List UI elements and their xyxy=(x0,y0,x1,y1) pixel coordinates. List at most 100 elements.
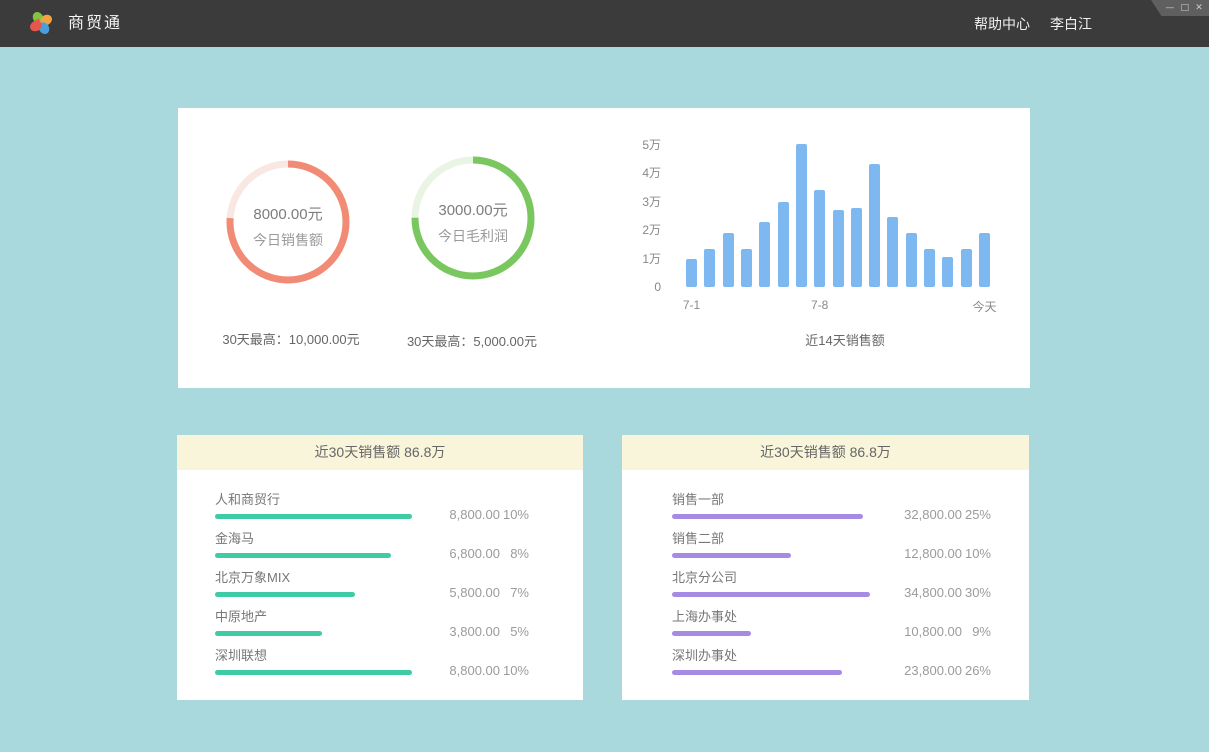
rank-bar xyxy=(215,670,412,675)
y-tick-label: 3万 xyxy=(642,195,661,209)
rank-row: 金海马6,800.008% xyxy=(215,531,529,558)
rank-value: 10,800.00 xyxy=(890,624,962,639)
rank-value: 6,800.00 xyxy=(428,546,500,561)
x-tick-label: 7-8 xyxy=(811,298,828,312)
rank-row-left: 中原地产 xyxy=(215,609,322,636)
rank-name: 北京万象MIX xyxy=(215,570,355,585)
rank-percent: 7% xyxy=(500,585,529,600)
rank-bar xyxy=(215,553,391,558)
bar xyxy=(851,208,862,288)
rank-row: 人和商贸行 8,800.0010% xyxy=(215,492,529,519)
rank-value: 32,800.00 xyxy=(890,507,962,522)
rank-card-body: 销售一部 32,800.0025% 销售二部 12,800.0010% 北京分公司 34,… xyxy=(622,470,1029,675)
bar xyxy=(924,249,935,287)
rank-bar xyxy=(672,592,870,597)
bar xyxy=(686,259,697,287)
rank-bar xyxy=(215,592,355,597)
today-sales-donut: 8000.00元 今日销售额 xyxy=(223,157,353,287)
bar xyxy=(741,249,752,287)
bar-chart-xlabels: 7-17-8今天 xyxy=(686,298,990,314)
nav-help-center[interactable]: 帮助中心 xyxy=(974,14,1030,34)
customer-rank-card: 近30天销售额 86.8万 人和商贸行8,800.0010%金海马6,800.0… xyxy=(177,435,583,700)
rank-values: 5,800.007% xyxy=(428,585,529,600)
rank-value: 8,800.00 xyxy=(428,507,500,522)
bar-chart-yaxis: 01万2万3万4万5万 xyxy=(613,145,673,287)
window-controls: — □ ✕ xyxy=(1151,0,1209,16)
today-sales-value: 8000.00元 xyxy=(253,207,322,223)
rank-name: 销售一部 xyxy=(672,492,863,507)
rank-values: 32,800.0025% xyxy=(890,507,991,522)
nav-user[interactable]: 李白江 xyxy=(1050,14,1092,34)
rank-percent: 10% xyxy=(500,663,529,678)
rank-value: 3,800.00 xyxy=(428,624,500,639)
rank-row: 北京万象MIX 5,800.007% xyxy=(215,570,529,597)
rank-bar xyxy=(672,631,751,636)
today-summary-card: 8000.00元 今日销售额 30天最高：10,000.00元 3000.00元… xyxy=(178,108,1030,388)
bar xyxy=(723,233,734,287)
department-rank-title: 近30天销售额 86.8万 xyxy=(622,435,1029,470)
rank-row-left: 人和商贸行 xyxy=(215,492,412,519)
bar-chart-caption: 近14天销售额 xyxy=(745,330,945,349)
rank-name: 深圳办事处 xyxy=(672,648,842,663)
rank-values: 8,800.0010% xyxy=(428,663,529,678)
rank-values: 12,800.0010% xyxy=(890,546,991,561)
y-tick-label: 2万 xyxy=(642,223,661,237)
rank-percent: 10% xyxy=(962,546,991,561)
rank-name: 销售二部 xyxy=(672,531,791,546)
rank-name: 人和商贸行 xyxy=(215,492,412,507)
rank-percent: 5% xyxy=(500,624,529,639)
rank-bar xyxy=(215,631,322,636)
rank-percent: 25% xyxy=(962,507,991,522)
rank-values: 34,800.0030% xyxy=(890,585,991,600)
bar xyxy=(869,164,880,288)
rank-name: 上海办事处 xyxy=(672,609,751,624)
rank-name: 深圳联想 xyxy=(215,648,412,663)
today-profit-30d-max: 30天最高：5,000.00元 xyxy=(362,331,582,350)
top-nav: 帮助中心 李白江 xyxy=(974,0,1092,47)
today-profit-label: 今日毛利润 xyxy=(438,229,508,244)
rank-row: 北京分公司 34,800.0030% xyxy=(672,570,991,597)
rank-row-left: 销售二部 xyxy=(672,531,791,558)
rank-value: 5,800.00 xyxy=(428,585,500,600)
rank-percent: 26% xyxy=(962,663,991,678)
rank-value: 34,800.00 xyxy=(890,585,962,600)
rank-percent: 8% xyxy=(500,546,529,561)
rank-card-body: 人和商贸行8,800.0010%金海马6,800.008%北京万象MIX5,80… xyxy=(177,470,583,675)
x-tick-label: 7-1 xyxy=(683,298,700,312)
rank-bar xyxy=(215,514,412,519)
minimize-icon[interactable]: — xyxy=(1165,0,1174,16)
bar xyxy=(887,217,898,287)
bar xyxy=(796,144,807,287)
rank-percent: 10% xyxy=(500,507,529,522)
today-profit-donut-text: 3000.00元 今日毛利润 xyxy=(408,153,538,283)
rank-percent: 30% xyxy=(962,585,991,600)
today-sales-label: 今日销售额 xyxy=(253,233,323,248)
today-sales-donut-text: 8000.00元 今日销售额 xyxy=(223,157,353,287)
y-tick-label: 5万 xyxy=(642,138,661,152)
rank-name: 北京分公司 xyxy=(672,570,870,585)
rank-row-left: 北京万象MIX xyxy=(215,570,355,597)
titlebar: 商贸通 帮助中心 李白江 — □ ✕ xyxy=(0,0,1209,47)
rank-bar xyxy=(672,670,842,675)
bar-chart-plot xyxy=(686,145,990,287)
today-profit-value: 3000.00元 xyxy=(438,203,507,219)
rank-values: 23,800.0026% xyxy=(890,663,991,678)
rank-value: 8,800.00 xyxy=(428,663,500,678)
rank-bar xyxy=(672,514,863,519)
rank-row: 销售一部 32,800.0025% xyxy=(672,492,991,519)
bar xyxy=(759,222,770,287)
today-profit-donut: 3000.00元 今日毛利润 xyxy=(408,153,538,283)
maximize-icon[interactable]: □ xyxy=(1180,0,1189,16)
bar xyxy=(704,249,715,287)
rank-value: 12,800.00 xyxy=(890,546,962,561)
y-tick-label: 1万 xyxy=(642,252,661,266)
rank-row-left: 深圳联想 xyxy=(215,648,412,675)
bar xyxy=(979,233,990,287)
close-icon[interactable]: ✕ xyxy=(1195,0,1203,16)
bar xyxy=(906,233,917,287)
rank-row-left: 北京分公司 xyxy=(672,570,870,597)
rank-row: 中原地产 3,800.005% xyxy=(215,609,529,636)
app-logo-icon xyxy=(28,10,54,36)
bar xyxy=(961,249,972,287)
rank-bar xyxy=(672,553,791,558)
